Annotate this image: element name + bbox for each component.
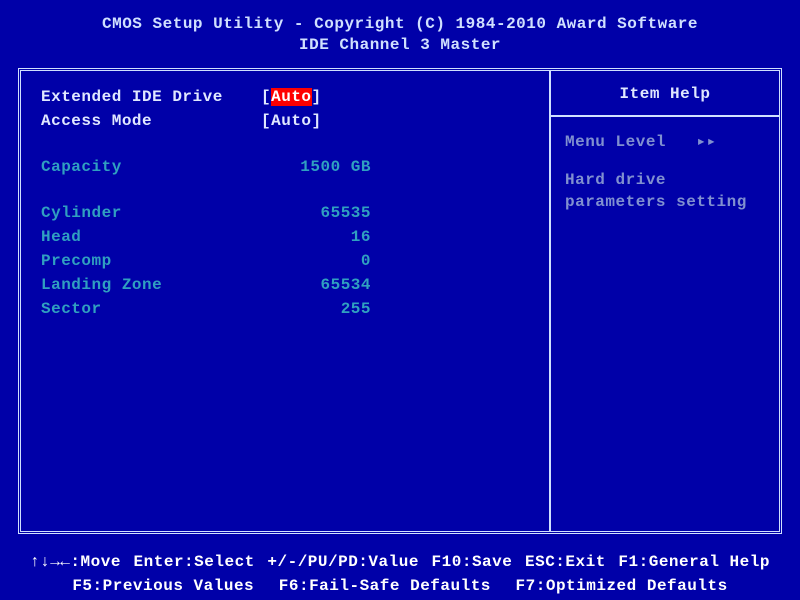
extended-ide-label: Extended IDE Drive: [41, 85, 261, 109]
key-value: +/-/PU/PD:Value: [267, 550, 419, 574]
cylinder-row: Cylinder 65535: [41, 201, 529, 225]
key-move: ↑↓→←:Move: [30, 550, 121, 574]
sector-label: Sector: [41, 297, 261, 321]
precomp-value: 0: [261, 249, 371, 273]
bios-subtitle: IDE Channel 3 Master: [0, 35, 800, 56]
help-panel: Item Help Menu Level ▸▸ Hard drive param…: [551, 71, 779, 531]
sector-value: 255: [261, 297, 371, 321]
key-prev: F5:Previous Values: [72, 574, 254, 598]
head-value: 16: [261, 225, 371, 249]
access-mode-label: Access Mode: [41, 109, 261, 133]
bios-header: CMOS Setup Utility - Copyright (C) 1984-…: [0, 0, 800, 62]
capacity-label: Capacity: [41, 155, 261, 179]
key-exit: ESC:Exit: [525, 550, 606, 574]
menu-level: Menu Level ▸▸: [565, 131, 765, 151]
settings-panel: Extended IDE Drive [Auto] Access Mode [A…: [21, 71, 551, 531]
access-mode-value: [Auto]: [261, 109, 322, 133]
access-mode-row[interactable]: Access Mode [Auto]: [41, 109, 529, 133]
help-body: Menu Level ▸▸ Hard drive parameters sett…: [551, 117, 779, 228]
landing-zone-row: Landing Zone 65534: [41, 273, 529, 297]
key-failsafe: F6:Fail-Safe Defaults: [279, 574, 491, 598]
footer-keys: ↑↓→←:Move Enter:Select +/-/PU/PD:Value F…: [0, 540, 800, 598]
capacity-row: Capacity 1500 GB: [41, 155, 529, 179]
help-title: Item Help: [551, 71, 779, 117]
menu-level-indicator-icon: ▸▸: [696, 133, 716, 151]
cylinder-label: Cylinder: [41, 201, 261, 225]
sector-row: Sector 255: [41, 297, 529, 321]
key-help: F1:General Help: [618, 550, 770, 574]
landing-zone-label: Landing Zone: [41, 273, 261, 297]
bios-title: CMOS Setup Utility - Copyright (C) 1984-…: [0, 14, 800, 35]
head-label: Head: [41, 225, 261, 249]
help-description: Hard drive parameters setting: [565, 169, 765, 214]
extended-ide-value: [Auto]: [261, 85, 322, 109]
landing-zone-value: 65534: [261, 273, 371, 297]
head-row: Head 16: [41, 225, 529, 249]
key-enter: Enter:Select: [134, 550, 255, 574]
extended-ide-row[interactable]: Extended IDE Drive [Auto]: [41, 85, 529, 109]
precomp-row: Precomp 0: [41, 249, 529, 273]
menu-level-label: Menu Level: [565, 133, 666, 151]
cylinder-value: 65535: [261, 201, 371, 225]
precomp-label: Precomp: [41, 249, 261, 273]
key-optimized: F7:Optimized Defaults: [516, 574, 728, 598]
capacity-value: 1500 GB: [261, 155, 371, 179]
key-save: F10:Save: [432, 550, 513, 574]
main-container: Extended IDE Drive [Auto] Access Mode [A…: [18, 68, 782, 534]
